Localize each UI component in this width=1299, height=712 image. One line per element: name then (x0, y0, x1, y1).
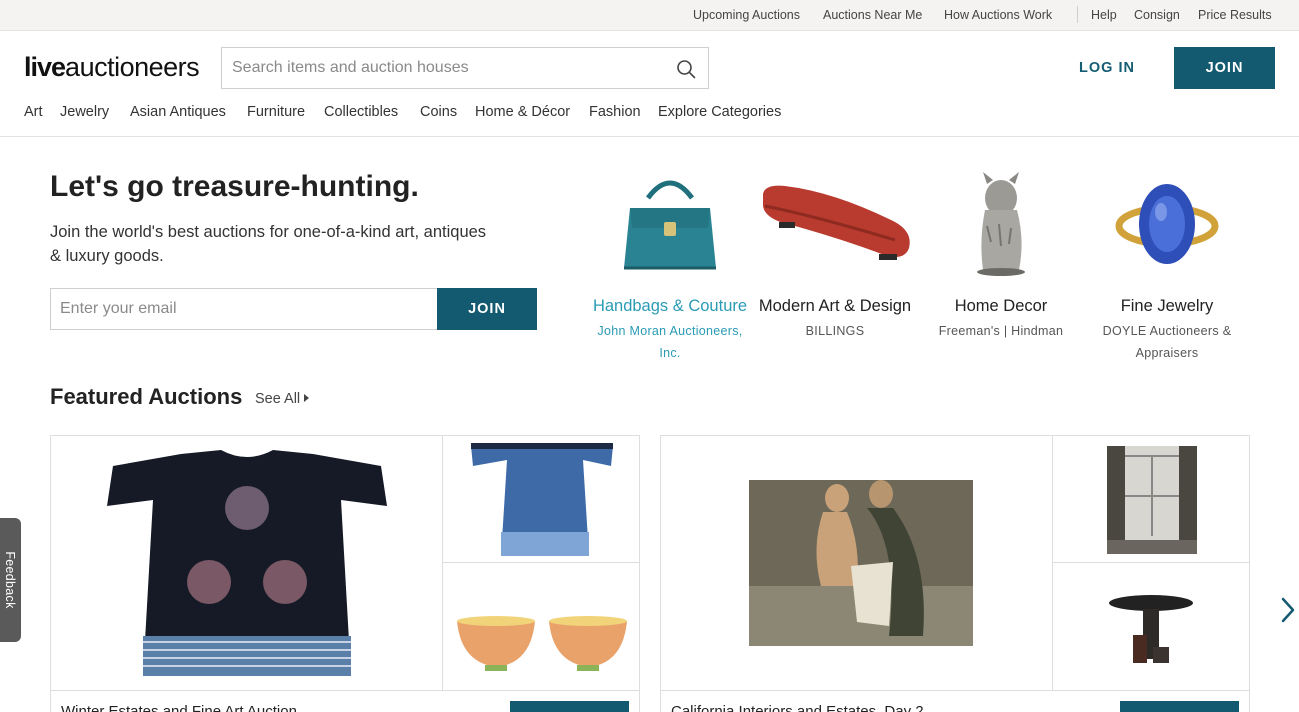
tile-home-decor[interactable]: Home Decor Freeman's | Hindman (921, 170, 1081, 342)
category-jewelry[interactable]: Jewelry (60, 104, 109, 120)
dog-figurine-image (921, 170, 1081, 282)
featured-title: Featured Auctions (50, 384, 243, 409)
auctions-near-me-link[interactable]: Auctions Near Me (823, 8, 922, 22)
search-input[interactable] (222, 48, 662, 88)
logo-live: live (24, 52, 66, 82)
handbag-image (590, 170, 750, 282)
category-art[interactable]: Art (24, 104, 43, 120)
utility-bar: Upcoming Auctions Auctions Near Me How A… (0, 0, 1299, 31)
tile-modern-art-house: BILLINGS (805, 324, 865, 338)
feedback-label: Feedback (3, 551, 17, 609)
nav-divider (0, 136, 1299, 137)
email-field[interactable] (51, 289, 437, 329)
tile-modern-art[interactable]: Modern Art & Design BILLINGS (755, 170, 915, 342)
tile-home-decor-name: Home Decor (954, 297, 1048, 315)
hero-title: Let's go treasure-hunting. (50, 170, 419, 203)
painting-image (661, 436, 1053, 690)
category-explore[interactable]: Explore Categories (658, 104, 781, 120)
auction-title: California Interiors and Estates, Day 2 (671, 703, 924, 712)
auction-view-button[interactable] (1120, 701, 1239, 712)
join-button[interactable]: JOIN (1174, 47, 1275, 89)
tile-home-decor-house: Freeman's | Hindman (938, 324, 1064, 338)
tile-handbags-house: John Moran Auctioneers, Inc. (597, 324, 743, 360)
see-all-link[interactable]: See All (255, 391, 310, 407)
auction-card-footer: Winter Estates and Fine Art Auction (51, 690, 639, 712)
blue-robe-image (443, 436, 639, 563)
chevron-right-icon[interactable] (1278, 596, 1298, 624)
auction-view-button[interactable] (510, 701, 629, 712)
category-asian-antiques[interactable]: Asian Antiques (130, 104, 226, 120)
tile-modern-art-name: Modern Art & Design (758, 297, 912, 315)
tile-fine-jewelry-house: DOYLE Auctioneers & Appraisers (1102, 324, 1232, 360)
tile-handbags-name: Handbags & Couture (592, 297, 748, 315)
tile-fine-jewelry-name: Fine Jewelry (1120, 297, 1214, 315)
category-collectibles[interactable]: Collectibles (324, 104, 398, 120)
upcoming-auctions-link[interactable]: Upcoming Auctions (693, 8, 800, 22)
hero-subtitle: Join the world's best auctions for one-o… (50, 223, 487, 265)
auction-card-footer: California Interiors and Estates, Day 2 (661, 690, 1249, 712)
search-box (221, 47, 709, 89)
email-join-button[interactable]: JOIN (437, 288, 537, 330)
pedestal-table-image (1053, 563, 1249, 690)
tile-handbags[interactable]: Handbags & Couture John Moran Auctioneer… (590, 170, 750, 364)
robe-image (51, 436, 443, 690)
help-link[interactable]: Help (1091, 8, 1117, 22)
site-logo[interactable]: liveauctioneers (24, 52, 200, 83)
category-furniture[interactable]: Furniture (247, 104, 305, 120)
auction-card[interactable]: California Interiors and Estates, Day 2 (660, 435, 1250, 712)
window-interior-image (1053, 436, 1249, 563)
tile-fine-jewelry[interactable]: Fine Jewelry DOYLE Auctioneers & Apprais… (1087, 170, 1247, 364)
price-results-link[interactable]: Price Results (1198, 8, 1272, 22)
sapphire-ring-image (1087, 170, 1247, 282)
feedback-tab[interactable]: Feedback (0, 518, 21, 642)
search-icon[interactable] (676, 59, 696, 79)
category-coins[interactable]: Coins (420, 104, 457, 120)
utility-divider (1077, 6, 1078, 23)
category-fashion[interactable]: Fashion (589, 104, 641, 120)
auction-title: Winter Estates and Fine Art Auction (61, 703, 297, 712)
how-auctions-work-link[interactable]: How Auctions Work (944, 8, 1052, 22)
caret-right-icon (304, 394, 310, 402)
logo-auctioneers: auctioneers (65, 52, 200, 82)
consign-link[interactable]: Consign (1134, 8, 1180, 22)
porcelain-bowls-image (443, 563, 639, 690)
see-all-label: See All (255, 391, 301, 407)
login-button[interactable]: LOG IN (1062, 47, 1152, 89)
category-home-decor[interactable]: Home & Décor (475, 104, 570, 120)
sofa-image (755, 170, 915, 282)
auction-card[interactable]: Winter Estates and Fine Art Auction (50, 435, 640, 712)
email-field-wrap (50, 288, 437, 330)
